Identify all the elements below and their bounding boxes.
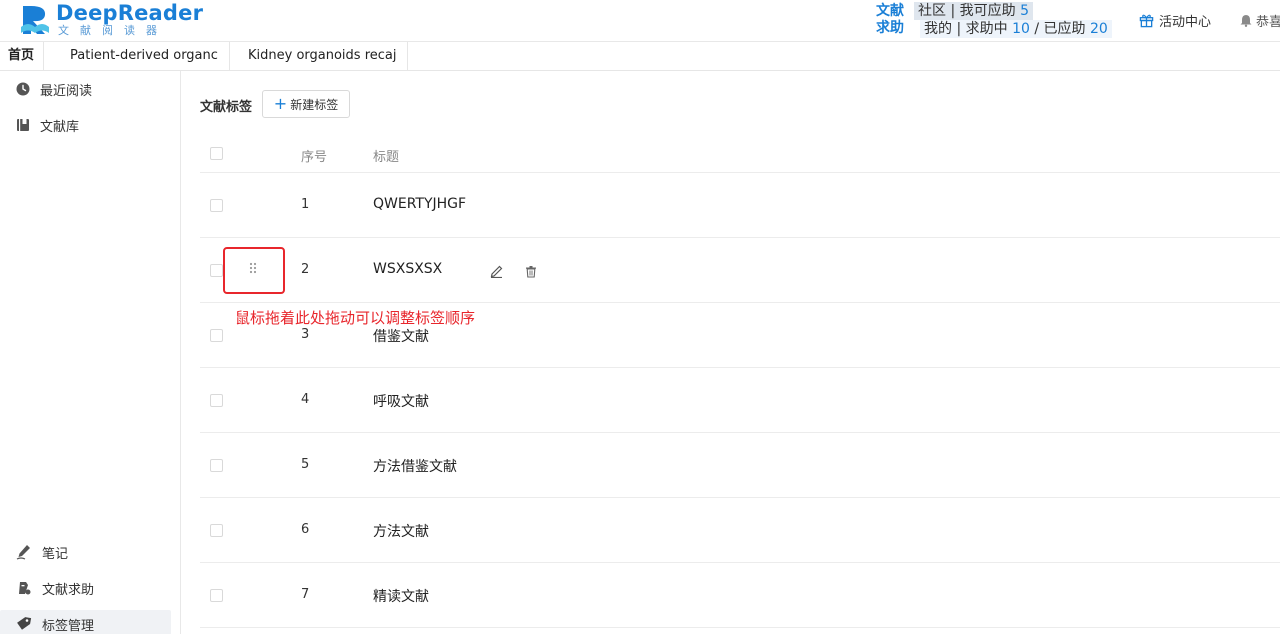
row-num: 4 bbox=[301, 392, 310, 407]
row-checkbox[interactable] bbox=[210, 589, 223, 602]
column-header-num: 序号 bbox=[301, 150, 328, 165]
row-checkbox[interactable] bbox=[210, 199, 223, 212]
select-all-checkbox[interactable] bbox=[210, 147, 223, 160]
notification-area[interactable]: 恭喜 bbox=[1240, 11, 1280, 30]
edit-icon[interactable] bbox=[490, 265, 503, 278]
tab-bar: 首页 Patient-derived organc Kidney organoi… bbox=[0, 42, 1280, 71]
row-num: 2 bbox=[301, 262, 310, 277]
drag-hint-annotation: 鼠标拖着此处拖动可以调整标签顺序 bbox=[235, 309, 476, 327]
table-row[interactable]: 2 WSXSXSX bbox=[200, 238, 1280, 303]
row-checkbox[interactable] bbox=[210, 264, 223, 277]
table-header: 序号 标题 bbox=[200, 133, 1280, 173]
drag-handle-highlight bbox=[223, 247, 285, 294]
logo-subtitle: 文献阅读器 bbox=[58, 24, 168, 37]
row-title: QWERTYJHGF bbox=[373, 196, 467, 212]
app-header: DeepReader 文献阅读器 文献求助 社区 | 我可应助 5 我的 | 求… bbox=[0, 0, 1280, 42]
community-my-requests[interactable]: 我的 | 求助中 10 / 已应助 20 bbox=[920, 20, 1112, 38]
row-checkbox[interactable] bbox=[210, 459, 223, 472]
row-num: 3 bbox=[301, 327, 310, 342]
tab-kidney-organoids[interactable]: Kidney organoids recaj bbox=[230, 42, 408, 71]
row-checkbox[interactable] bbox=[210, 524, 223, 537]
row-title: 方法借鉴文献 bbox=[373, 459, 457, 475]
row-num: 7 bbox=[301, 587, 310, 602]
community-help-panel[interactable]: 文献求助 社区 | 我可应助 5 我的 | 求助中 10 / 已应助 20 bbox=[876, 1, 1120, 39]
logo-icon bbox=[21, 6, 49, 34]
row-num: 6 bbox=[301, 522, 310, 537]
row-num: 5 bbox=[301, 457, 310, 472]
table-row[interactable]: 6 方法文献 bbox=[200, 498, 1280, 563]
row-title: 精读文献 bbox=[373, 589, 429, 605]
section-title: 文献标签 bbox=[200, 100, 253, 115]
main-content: 文献标签 + 新建标签 序号 标题 1 QWERTYJHGF 2 WSXSXSX bbox=[181, 71, 1280, 634]
row-title: WSXSXSX bbox=[373, 261, 443, 277]
help-icon bbox=[19, 582, 31, 595]
clock-icon bbox=[16, 82, 30, 96]
new-tag-button[interactable]: + 新建标签 bbox=[262, 90, 350, 118]
sidebar-item-help[interactable]: 文献求助 bbox=[0, 574, 171, 602]
row-title: 方法文献 bbox=[373, 524, 429, 540]
plus-icon: + bbox=[273, 94, 288, 113]
done-count: 20 bbox=[1089, 21, 1108, 37]
tag-icon bbox=[17, 617, 32, 630]
row-title: 呼吸文献 bbox=[373, 394, 429, 410]
tab-patient-derived[interactable]: Patient-derived organc bbox=[44, 42, 230, 71]
logo-title: DeepReader bbox=[56, 1, 204, 25]
pending-count: 10 bbox=[1012, 21, 1030, 37]
sidebar-item-library[interactable]: 文献库 bbox=[0, 111, 171, 139]
tag-table: 序号 标题 1 QWERTYJHGF 2 WSXSXSX 3 借鉴文献 4 呼吸… bbox=[200, 133, 1280, 628]
row-num: 1 bbox=[301, 197, 310, 212]
book-icon bbox=[17, 119, 29, 131]
row-checkbox[interactable] bbox=[210, 329, 223, 342]
bell-icon bbox=[1240, 15, 1252, 27]
activity-center-link[interactable]: 活动中心 bbox=[1139, 11, 1211, 30]
sidebar-item-notes[interactable]: 笔记 bbox=[0, 538, 171, 566]
sidebar: 最近阅读 文献库 笔记 文献求助 标签管理 bbox=[0, 71, 181, 634]
column-header-title: 标题 bbox=[373, 150, 400, 165]
can-help-count: 5 bbox=[1020, 3, 1029, 19]
table-row[interactable]: 1 QWERTYJHGF bbox=[200, 173, 1280, 238]
sidebar-item-recent[interactable]: 最近阅读 bbox=[0, 75, 171, 103]
table-row[interactable]: 4 呼吸文献 bbox=[200, 368, 1280, 433]
table-row[interactable]: 7 精读文献 bbox=[200, 563, 1280, 628]
tab-home[interactable]: 首页 bbox=[0, 42, 44, 71]
row-checkbox[interactable] bbox=[210, 394, 223, 407]
table-row[interactable]: 5 方法借鉴文献 bbox=[200, 433, 1280, 498]
row-title: 借鉴文献 bbox=[373, 329, 429, 345]
community-can-help[interactable]: 社区 | 我可应助 5 bbox=[914, 2, 1033, 20]
community-label: 文献求助 bbox=[876, 3, 904, 36]
pen-icon bbox=[16, 545, 30, 560]
delete-icon[interactable] bbox=[525, 265, 537, 278]
gift-icon bbox=[1139, 14, 1154, 28]
sidebar-item-tag-management[interactable]: 标签管理 bbox=[0, 610, 171, 634]
logo[interactable]: DeepReader 文献阅读器 bbox=[18, 2, 203, 38]
